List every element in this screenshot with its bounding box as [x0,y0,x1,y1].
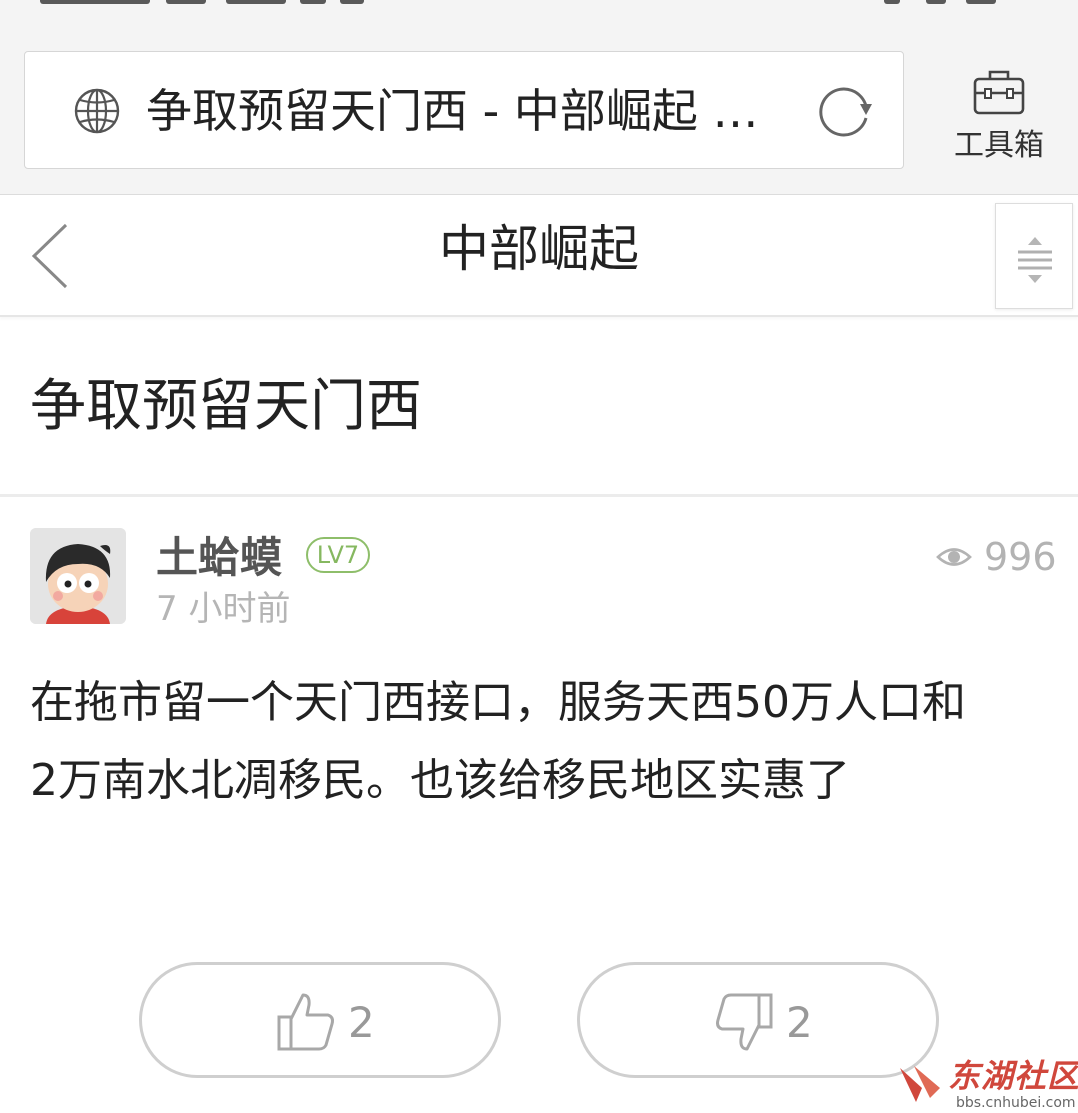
eye-icon [936,548,972,566]
address-bar-text[interactable]: 争取预留天门西 - 中部崛起 … [146,78,796,144]
avatar[interactable] [30,528,126,624]
watermark-url: bbs.cnhubei.com [956,1095,1076,1111]
toolbox-button[interactable]: 工具箱 [944,66,1054,176]
upvote-count: 2 [348,998,375,1047]
globe-icon [74,88,120,134]
thread-title: 争取预留天门西 [30,374,422,439]
upvote-button[interactable]: 2 [139,962,501,1078]
toolbox-icon [973,70,1025,115]
thumbs-up-icon [277,993,334,1051]
downvote-button[interactable]: 2 [577,962,939,1078]
scroll-handle[interactable] [995,203,1073,309]
thumbs-down-icon [716,993,773,1051]
divider [0,494,1078,497]
post-time: 7 小时前 [156,589,291,629]
page: 争取预留天门西 - 中部崛起 … 工具箱 中部崛起 争取预留天门西 土蛤蟆 LV… [0,0,1078,1113]
downvote-count: 2 [786,998,813,1047]
post-body: 在拖市留一个天门西接口，服务天西50万人口和 2万南水北凋移民。也该给移民地区实… [30,664,1060,820]
forum-header: 中部崛起 [0,195,1078,317]
watermark-logo-icon [900,1066,940,1102]
level-badge: LV7 [306,537,370,573]
post-body-line: 2万南水北凋移民。也该给移民地区实惠了 [30,755,850,806]
site-watermark: 东湖社区 bbs.cnhubei.com [896,1056,1078,1113]
toolbox-label: 工具箱 [954,128,1044,163]
author-name[interactable]: 土蛤蟆 [156,530,282,586]
watermark-name: 东湖社区 [948,1057,1078,1095]
post-body-line: 在拖市留一个天门西接口，服务天西50万人口和 [30,677,966,728]
scroll-handle-icon [1018,237,1052,283]
status-bar-clipped [0,0,1078,12]
forum-title: 中部崛起 [439,220,639,278]
reload-icon[interactable] [816,84,874,140]
browser-toolbar: 争取预留天门西 - 中部崛起 … 工具箱 [0,0,1078,195]
view-count: 996 [984,535,1057,579]
